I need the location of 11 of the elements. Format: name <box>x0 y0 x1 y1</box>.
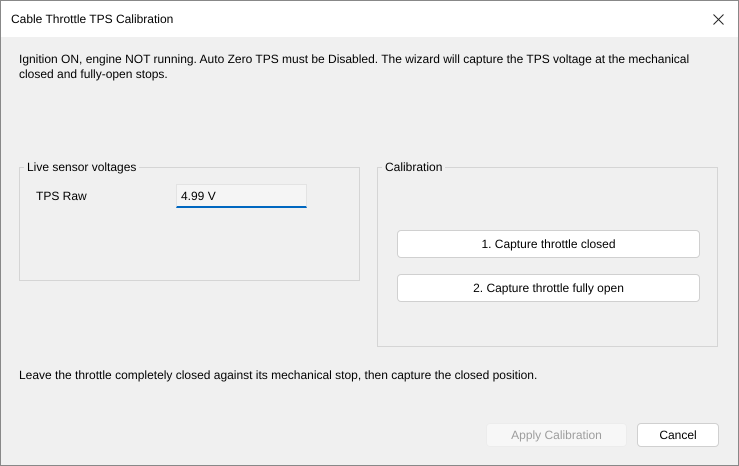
group-title: Calibration <box>384 160 444 174</box>
close-icon <box>712 14 724 24</box>
group-title: Live sensor voltages <box>26 160 138 174</box>
hint-text: Leave the throttle completely closed against its mechanical stop, then capture the closed position. <box>19 368 538 383</box>
capture-button[interactable]: 2. Capture throttle fully open <box>397 274 700 302</box>
tps-raw-field[interactable]: 4.99 V <box>176 184 307 208</box>
cancel-button[interactable]: Cancel <box>637 423 719 447</box>
window-title: Cable Throttle TPS Calibration <box>11 12 174 26</box>
instructions-text: Ignition ON, engine NOT running. Auto Zero TPS must be Disabled. The wizard will capture the TPS voltage at the mechanical closed and fully-open stops. <box>19 52 690 82</box>
capture-button[interactable]: 1. Capture throttle closed <box>397 230 700 258</box>
field-label: TPS Raw <box>36 189 88 203</box>
